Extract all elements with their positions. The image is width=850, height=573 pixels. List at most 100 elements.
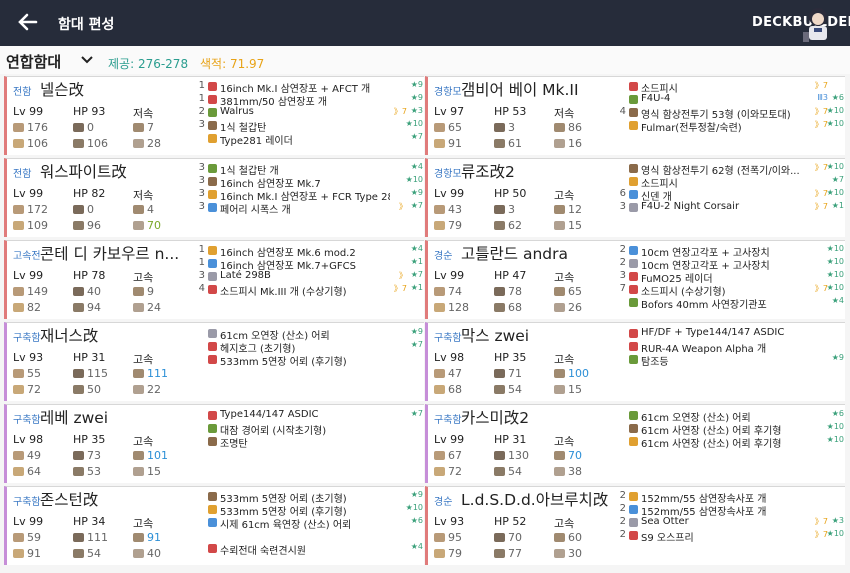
equipment-slot[interactable]: 1 16inch Mk.I 삼연장포 + AFCT 개 ★9 <box>197 80 425 95</box>
luck-icon <box>554 467 565 476</box>
ship-card[interactable]: 전함 넬슨改 Lv 99 HP 93 저속 176 0 7 106 106 28 1 16inch Mk… <box>4 76 424 155</box>
equipment-slot[interactable]: 헤지호그 (초기형) ★7 <box>197 340 425 355</box>
improvement-level: ★10 <box>826 162 844 171</box>
ship-speed: 고속 <box>133 271 154 284</box>
equipment-slot[interactable]: 소드피시 ★7 <box>618 175 846 190</box>
equipment-slot[interactable]: 2 Sea Otter 》7 ★3 <box>618 516 846 529</box>
equipment-slot[interactable]: Fulmar(전투정찰/숙련) 》7 ★10 <box>618 119 846 134</box>
ship-card[interactable]: 경항모 류조改2 Lv 99 HP 50 고속 43 3 12 79 62 15 영식 함상전투기 6… <box>425 158 845 237</box>
ship-level: Lv 98 <box>13 433 44 446</box>
ship-class: 전함 <box>13 169 32 180</box>
equipment-slot[interactable]: 4 영식 함상전투기 53형 (이와모토대) 》7 ★10 <box>618 106 846 121</box>
ship-card[interactable]: 구축함 레베 zwei Lv 98 HP 35 고속 49 73 101 64 53 15 Type1… <box>4 404 424 483</box>
equipment-slot[interactable]: 61cm 오연장 (산소) 어뢰 ★9 <box>197 327 425 342</box>
equipment-slot[interactable]: 3 F4U-2 Night Corsair 》7 ★1 <box>618 201 846 214</box>
ship-level: Lv 99 <box>13 105 44 118</box>
equipment-slot[interactable]: 3 Laté 298B 》 ★7 <box>197 270 425 283</box>
improvement-level: ★3 <box>831 516 844 525</box>
proficiency-badge: 》7 <box>814 517 828 526</box>
slot-count: 7 <box>619 283 626 294</box>
equipment-slot[interactable]: 533mm 5연장 어뢰 (초기형) ★9 <box>197 490 425 505</box>
ship-speed: 고속 <box>554 435 575 448</box>
improvement-level: ★7 <box>410 270 423 279</box>
equipment-slot[interactable]: 대잠 경어뢰 (시작초기형) <box>197 422 425 437</box>
equipment-slot[interactable]: 533mm 5연장 어뢰 (후기형) ★10 <box>197 503 425 518</box>
equipment-slot[interactable]: 1 381mm/50 삼연장포 개 ★9 <box>197 93 425 108</box>
equipment-slot[interactable]: F4U-4 Ⅲ3 ★6 <box>618 93 846 106</box>
stat-value: 54 <box>508 465 522 478</box>
ship-stat: 40 <box>133 547 161 560</box>
ship-stat: 61 <box>494 137 522 150</box>
equipment-slot[interactable]: 3 16inch Mk.I 삼연장포 + FCR Type 284 ★9 <box>197 188 425 203</box>
ship-card[interactable]: 구축함 존스턴改 Lv 99 HP 34 고속 59 111 91 91 54 40 533mm 5연… <box>4 486 424 565</box>
equipment-slot[interactable]: 2 152mm/55 삼연장속사포 개 <box>618 503 846 518</box>
luck-icon <box>133 467 144 476</box>
equipment-slot[interactable]: 시제 61cm 육연장 (산소) 어뢰 ★6 <box>197 516 425 531</box>
ship-card[interactable]: 전함 워스파이트改 Lv 99 HP 82 저속 172 0 4 109 96 70 3 1식 철갑탄 … <box>4 158 424 237</box>
aa-icon <box>554 123 565 132</box>
equipment-slot[interactable]: Type281 레이더 ★7 <box>197 132 425 147</box>
luck-icon <box>554 303 565 312</box>
ship-hp: HP 31 <box>494 433 527 446</box>
equipment-slot[interactable]: Bofors 40mm 사연장기관포 ★4 <box>618 296 846 311</box>
ship-stat: 100 <box>554 367 589 380</box>
ship-stat: 55 <box>13 367 41 380</box>
improvement-level: ★10 <box>826 435 844 444</box>
line-of-sight-stat: 색적: 71.97 <box>200 57 265 71</box>
slot-count: 2 <box>619 244 626 255</box>
ship-card[interactable]: 경순 L.d.S.D.d.아브루치改 Lv 93 HP 52 고속 95 70 60 79 77 3… <box>425 486 845 565</box>
stat-value: 30 <box>568 547 582 560</box>
ship-stat: 82 <box>13 301 41 314</box>
slot-count: 2 <box>619 490 626 501</box>
firepower-icon <box>13 123 24 132</box>
equipment-slot[interactable]: 2 10cm 연장고각포 + 고사장치 ★10 <box>618 244 846 259</box>
equipment-slot[interactable]: 2 S9 오스프리 》7 ★10 <box>618 529 846 544</box>
ship-card[interactable]: 고속전 콘테 디 카보우르 n... Lv 99 HP 78 고속 149 40 9 82 94 2… <box>4 240 424 319</box>
ship-stat: 38 <box>554 465 582 478</box>
ship-class: 경항모 <box>434 169 462 180</box>
stat-value: 64 <box>27 465 41 478</box>
stat-value: 72 <box>27 383 41 396</box>
ship-stat: 70 <box>554 449 582 462</box>
equipment-slot[interactable]: 7 소드피시 (수상기형) 》7 ★10 <box>618 283 846 298</box>
equipment-slot[interactable]: 조명탄 <box>197 435 425 450</box>
equipment-icon <box>629 342 638 351</box>
equipment-slot[interactable]: Type144/147 ASDIC ★7 <box>197 409 425 422</box>
stat-value: 54 <box>87 547 101 560</box>
equipment-slot[interactable]: 2 152mm/55 삼연장속사포 개 <box>618 490 846 505</box>
equipment-slot[interactable]: 소드피시 》7 <box>618 80 846 95</box>
equipment-slot[interactable]: 6 신덴 개 》7 ★10 <box>618 188 846 203</box>
firepower-icon <box>13 451 24 460</box>
equipment-slot[interactable]: 2 10cm 연장고각포 + 고사장치 ★10 <box>618 257 846 272</box>
ship-card[interactable]: 구축함 막스 zwei Lv 98 HP 35 고속 47 71 100 68 54 15 HF/DF… <box>425 322 845 401</box>
equipment-slot[interactable]: 61cm 사연장 (산소) 어뢰 후기형 ★10 <box>618 422 846 437</box>
equipment-slot[interactable]: 영식 함상전투기 62형 (전폭기/이와... 》7 ★10 <box>618 162 846 177</box>
equipment-slot[interactable]: 수뢰전대 숙련견시원 ★4 <box>197 542 425 557</box>
equipment-slot[interactable]: 2 Walrus 》7 ★3 <box>197 106 425 119</box>
fleet-name[interactable]: 연합함대 <box>6 51 61 72</box>
equipment-slot[interactable]: 4 소드피시 Mk.III 개 (수상기형) 》7 ★1 <box>197 283 425 298</box>
back-arrow-icon[interactable] <box>14 8 42 36</box>
equipment-slot[interactable]: 3 1식 철갑탄 개 ★4 <box>197 162 425 177</box>
equipment-slot[interactable]: HF/DF + Type144/147 ASDIC <box>618 327 846 340</box>
slot-count: 2 <box>619 503 626 514</box>
equipment-icon <box>629 285 638 294</box>
equipment-slot[interactable]: 3 FuMO25 레이더 ★10 <box>618 270 846 285</box>
slot-count: 1 <box>198 244 205 255</box>
equipment-slot[interactable]: 3 1식 철갑탄 ★10 <box>197 119 425 134</box>
equipment-slot[interactable]: 1 16inch 삼연장포 Mk.7+GFCS ★1 <box>197 257 425 272</box>
ship-card[interactable]: 구축함 재너스改 Lv 93 HP 31 고속 55 115 111 72 50 22 61cm 오연… <box>4 322 424 401</box>
equipment-slot[interactable]: 3 페어리 시폭스 개 》 ★7 <box>197 201 425 216</box>
ship-card[interactable]: 경항모 갬비어 베이 Mk.II Lv 97 HP 53 저속 65 3 86 91 61 16 소드… <box>425 76 845 155</box>
equipment-slot[interactable]: 1 16inch 삼연장포 Mk.6 mod.2 ★4 <box>197 244 425 259</box>
equipment-slot[interactable]: 3 16inch 삼연장포 Mk.7 ★10 <box>197 175 425 190</box>
equipment-slot[interactable]: 61cm 사연장 (산소) 어뢰 후기형 ★10 <box>618 435 846 450</box>
equipment-slot[interactable]: 61cm 오연장 (산소) 어뢰 ★6 <box>618 409 846 424</box>
ship-stat: 40 <box>73 285 101 298</box>
ship-card[interactable]: 구축함 카스미改2 Lv 99 HP 31 고속 67 130 70 72 54 38 61cm 오연… <box>425 404 845 483</box>
ship-card[interactable]: 경순 고틀란드 andra Lv 99 HP 47 고속 74 78 65 128 68 26 2 10… <box>425 240 845 319</box>
equipment-slot[interactable]: 탐조등 ★9 <box>618 353 846 368</box>
equipment-slot[interactable]: RUR-4A Weapon Alpha 개 <box>618 340 846 355</box>
equipment-slot[interactable]: 533mm 5연장 어뢰 (후기형) <box>197 353 425 368</box>
chevron-down-icon[interactable] <box>80 54 94 66</box>
